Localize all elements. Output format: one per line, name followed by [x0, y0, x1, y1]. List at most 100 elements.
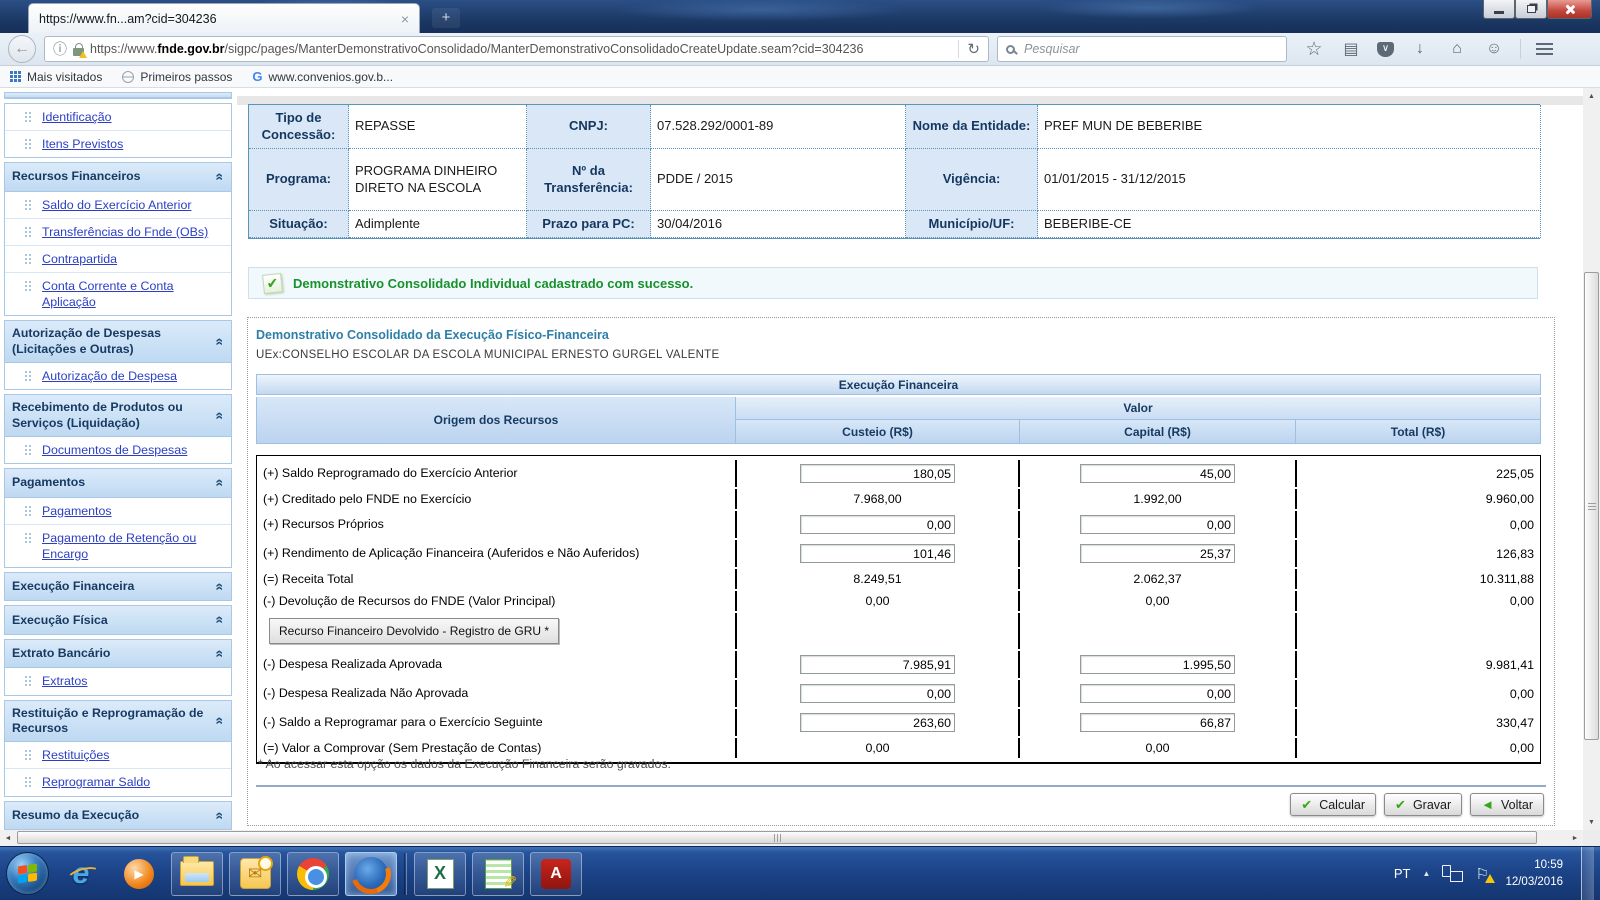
custeio-input[interactable] [800, 515, 955, 534]
tab-close-icon[interactable]: × [401, 11, 409, 27]
sidebar-link[interactable]: Reprogramar Saldo [42, 774, 150, 790]
taskbar-chrome-icon[interactable] [287, 851, 339, 896]
collapse-chevron-icon[interactable]: « [211, 616, 229, 624]
custeio-input[interactable] [800, 464, 955, 483]
horizontal-scrollbar[interactable]: ◄ ► [0, 830, 1583, 846]
taskbar-file-explorer-icon[interactable] [171, 851, 223, 896]
downloads-icon[interactable]: ↓ [1409, 40, 1431, 58]
bookmark-star-icon[interactable]: ☆ [1303, 38, 1325, 61]
search-input[interactable] [1022, 41, 1278, 57]
scroll-right-icon[interactable]: ► [1567, 830, 1583, 846]
back-button[interactable]: ← [8, 35, 36, 63]
taskbar-media-player-icon[interactable]: ▶ [113, 852, 165, 896]
custeio-input[interactable] [800, 684, 955, 703]
collapse-chevron-icon[interactable]: « [211, 717, 229, 725]
custeio-input[interactable] [800, 713, 955, 732]
sidebar-link[interactable]: Saldo do Exercício Anterior [42, 197, 191, 213]
collapse-chevron-icon[interactable]: « [211, 173, 229, 181]
collapse-chevron-icon[interactable]: « [211, 338, 229, 346]
capital-input[interactable] [1080, 544, 1235, 563]
custeio-input[interactable] [800, 655, 955, 674]
sidebar-item[interactable]: Autorização de Despesa [5, 362, 231, 389]
sidebar-link[interactable]: Conta Corrente e Conta Aplicação [42, 278, 227, 310]
capital-input[interactable] [1080, 655, 1235, 674]
sidebar-link[interactable]: Contrapartida [42, 251, 117, 267]
sidebar-item[interactable]: Restituições [5, 741, 231, 768]
sidebar-link[interactable]: Extratos [42, 673, 87, 689]
sidebar-item[interactable]: Conta Corrente e Conta Aplicação [5, 272, 231, 315]
clock[interactable]: 10:59 12/03/2016 [1505, 857, 1563, 889]
sidebar-header[interactable]: Execução Física « [5, 606, 231, 634]
sidebar-link[interactable]: Pagamento de Retenção ou Encargo [42, 530, 227, 562]
scroll-down-icon[interactable]: ▼ [1583, 814, 1600, 830]
scroll-left-icon[interactable]: ◄ [0, 830, 16, 846]
sidebar-item[interactable]: Saldo do Exercício Anterior [5, 190, 231, 218]
taskbar-notepad-icon[interactable] [472, 851, 524, 896]
action-center-flag-icon[interactable]: ⚐ [1475, 865, 1496, 883]
sidebar-header[interactable]: Resumo da Execução « [5, 801, 231, 830]
sidebar-item[interactable]: Contrapartida [5, 245, 231, 272]
taskbar-excel-icon[interactable]: X [414, 851, 466, 896]
sidebar-link[interactable]: Restituições [42, 747, 110, 763]
collapse-chevron-icon[interactable]: « [211, 811, 229, 819]
sidebar-item[interactable]: Identificação [5, 104, 231, 130]
sidebar-item[interactable]: Documentos de Despesas [5, 435, 231, 463]
voltar-button[interactable]: ◄ Voltar [1470, 793, 1544, 816]
minimize-button[interactable] [1483, 0, 1515, 19]
browser-tab[interactable]: https://www.fn...am?cid=304236 × [28, 3, 420, 33]
sidebar-link[interactable]: Identificação [42, 109, 112, 125]
scroll-up-icon[interactable]: ▲ [1583, 88, 1600, 104]
menu-icon[interactable] [1536, 42, 1553, 56]
bookmark-primeiros-passos[interactable]: Primeiros passos [122, 70, 232, 84]
sidebar-item[interactable]: Itens Previstos [5, 130, 231, 157]
capital-input[interactable] [1080, 464, 1235, 483]
collapse-chevron-icon[interactable]: « [211, 412, 229, 420]
sidebar-item[interactable]: Reprogramar Saldo [5, 768, 231, 795]
calcular-button[interactable]: ✔ Calcular [1290, 793, 1377, 816]
capital-input[interactable] [1080, 515, 1235, 534]
taskbar-adobe-reader-icon[interactable]: A [530, 851, 582, 896]
url-text[interactable]: https://www.fnde.gov.br/sigpc/pages/Mant… [90, 42, 952, 56]
sidebar-link[interactable]: Transferências do Fnde (OBs) [42, 224, 208, 240]
sidebar-item[interactable]: Pagamentos [5, 496, 231, 524]
sidebar-header[interactable]: Restituição e Reprogramação de Recursos « [5, 700, 231, 742]
taskbar-firefox-icon[interactable] [345, 851, 397, 896]
page-info-icon[interactable]: ⓘ [53, 39, 67, 59]
horizontal-scrollbar-thumb[interactable] [17, 831, 1537, 844]
show-desktop-button[interactable] [1581, 846, 1594, 900]
sidebar-link[interactable]: Autorização de Despesa [42, 368, 177, 384]
taskbar-internet-explorer-icon[interactable]: e [55, 852, 107, 896]
sidebar-header[interactable]: Recebimento de Produtos ou Serviços (Liq… [5, 395, 231, 436]
bookmark-convenios[interactable]: G www.convenios.gov.b... [252, 69, 393, 84]
close-button[interactable] [1547, 0, 1592, 19]
vertical-scrollbar[interactable]: ▲ ▼ [1583, 88, 1600, 830]
sidebar-header[interactable]: Pagamentos « [5, 469, 231, 497]
url-bar[interactable]: ⓘ https://www.fnde.gov.br/sigpc/pages/Ma… [44, 36, 989, 62]
gravar-button[interactable]: ✔ Gravar [1384, 793, 1463, 816]
sidebar-link[interactable]: Pagamentos [42, 503, 112, 519]
bookmark-mais-visitados[interactable]: Mais visitados [10, 70, 102, 84]
language-indicator[interactable]: PT [1394, 866, 1411, 881]
pocket-icon[interactable]: ∨ [1377, 41, 1394, 57]
custeio-input[interactable] [800, 544, 955, 563]
sidebar-header[interactable]: Autorização de Despesas (Licitações e Ou… [5, 321, 231, 363]
reload-icon[interactable]: ↻ [958, 40, 980, 58]
gru-devolvido-button[interactable]: Recurso Financeiro Devolvido - Registro … [269, 618, 560, 644]
taskbar-outlook-icon[interactable]: ✉ [229, 851, 281, 896]
sidebar-link[interactable]: Documentos de Despesas [42, 442, 187, 458]
sidebar-header[interactable]: Recursos Financeiros « [5, 163, 231, 191]
sidebar-header[interactable]: Execução Financeira « [5, 572, 231, 601]
collapse-chevron-icon[interactable]: « [211, 650, 229, 658]
sidebar-item[interactable]: Pagamento de Retenção ou Encargo [5, 523, 231, 567]
tray-expand-icon[interactable]: ▲ [1423, 869, 1431, 878]
sidebar-header[interactable]: Extrato Bancário « [5, 639, 231, 668]
capital-input[interactable] [1080, 713, 1235, 732]
new-tab-button[interactable]: + [432, 8, 460, 28]
capital-input[interactable] [1080, 684, 1235, 703]
vertical-scrollbar-thumb[interactable] [1584, 272, 1599, 740]
hello-icon[interactable]: ☺ [1483, 40, 1505, 58]
sidebar-item[interactable]: Transferências do Fnde (OBs) [5, 217, 231, 245]
collapse-chevron-icon[interactable]: « [211, 583, 229, 591]
network-icon[interactable] [1442, 865, 1464, 882]
home-icon[interactable]: ⌂ [1446, 40, 1468, 58]
